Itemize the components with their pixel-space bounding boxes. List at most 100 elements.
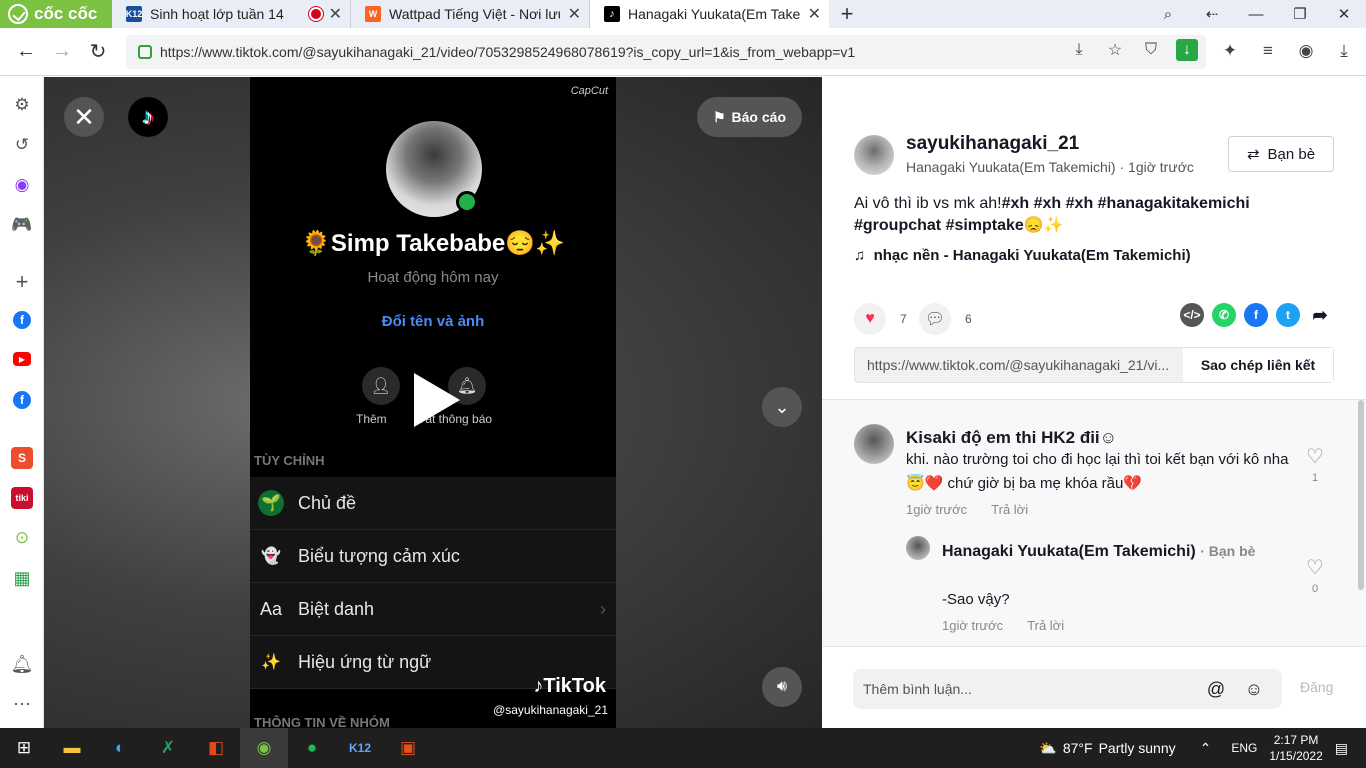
coccoc-taskbar-icon[interactable]: ◉ <box>240 728 288 768</box>
reply-like-icon[interactable]: ♡ <box>1303 555 1327 580</box>
like-stat[interactable]: ♥ 7 <box>854 303 907 335</box>
volume-button[interactable]: 🔊︎ <box>762 667 802 707</box>
office-icon[interactable]: ◧ <box>192 728 240 768</box>
downloads-icon[interactable]: ⤓ <box>1332 39 1356 63</box>
excel-icon[interactable]: ✗ <box>144 728 192 768</box>
embed-icon[interactable]: </> <box>1180 303 1204 327</box>
back-button[interactable]: ← <box>8 34 44 70</box>
facebook-icon[interactable]: f <box>13 311 31 329</box>
spotify-icon[interactable]: ● <box>288 728 336 768</box>
reply-link[interactable]: Trả lời <box>1027 618 1064 633</box>
search-tabs-icon[interactable]: ⌕ <box>1146 0 1190 28</box>
comment-like-icon[interactable]: ♡ <box>1303 444 1327 469</box>
youtube-icon[interactable]: ▶ <box>13 352 31 366</box>
close-tab-icon[interactable]: ✕ <box>329 4 342 24</box>
game-icon[interactable]: 🎮 <box>11 214 33 236</box>
video-frame[interactable]: CapCut 🌻Simp Takebabe😔✨ Hoạt động hôm na… <box>250 77 616 728</box>
comment-stat[interactable]: 💬︎ 6 <box>919 303 972 335</box>
add-sidebar-icon[interactable]: + <box>11 269 33 294</box>
reply-link[interactable]: Trả lời <box>991 502 1028 517</box>
comment-input[interactable]: Thêm bình luận... @ ☺ <box>853 669 1282 709</box>
notification-bell-icon[interactable]: 🔔︎ <box>11 653 34 675</box>
history-icon[interactable]: ↺ <box>11 134 33 156</box>
post-comment-button[interactable]: Đăng <box>1300 679 1333 695</box>
coccoc-map-icon[interactable]: ⊙ <box>11 527 33 549</box>
weather-icon: ⛅ <box>1039 739 1057 756</box>
spreadsheet-icon[interactable]: ▦ <box>11 567 33 589</box>
settings-icon[interactable]: ⚙ <box>11 94 33 116</box>
windows-start-icon[interactable]: ⊞ <box>0 728 48 768</box>
reply-avatar[interactable] <box>906 536 930 560</box>
close-video-button[interactable]: ✕ <box>64 97 104 137</box>
tab-wattpad[interactable]: W Wattpad Tiếng Việt - Nơi lưu ✕ <box>351 0 590 28</box>
author-avatar[interactable] <box>854 135 894 175</box>
install-icon[interactable]: ⤓ <box>1068 39 1090 61</box>
video-link[interactable]: https://www.tiktok.com/@sayukihanagaki_2… <box>855 357 1183 373</box>
heart-icon[interactable]: ♥ <box>854 303 886 335</box>
copy-link-button[interactable]: Sao chép liên kết <box>1183 348 1333 382</box>
add-member-icon: 👤︎ <box>362 367 400 405</box>
play-icon[interactable] <box>414 373 460 427</box>
close-tab-icon[interactable]: ✕ <box>808 4 821 24</box>
file-explorer-icon[interactable]: ▬ <box>48 728 96 768</box>
shield-icon[interactable]: ⛉ <box>1140 39 1162 61</box>
whatsapp-icon[interactable]: ✆ <box>1212 303 1236 327</box>
nickname-icon: Aa <box>259 598 283 619</box>
reload-button[interactable]: ↻ <box>80 34 116 70</box>
new-tab-button[interactable]: + <box>829 0 865 28</box>
twitter-icon[interactable]: t <box>1276 303 1300 327</box>
friends-button[interactable]: ⇄ Bạn bè <box>1228 136 1334 172</box>
address-bar-actions: ⤓ ☆ ⛉ ↓ <box>1068 39 1198 61</box>
mention-icon[interactable]: @ <box>1205 678 1227 700</box>
next-video-button[interactable]: ⌄ <box>762 387 802 427</box>
report-button[interactable]: ⚑ Báo cáo <box>696 97 802 137</box>
facebook-icon[interactable]: f <box>13 391 31 409</box>
more-icon[interactable]: ⋯ <box>11 693 33 715</box>
video-player[interactable]: CapCut 🌻Simp Takebabe😔✨ Hoạt động hôm na… <box>44 77 822 728</box>
forward-button[interactable]: → <box>44 34 80 70</box>
address-bar[interactable]: https://www.tiktok.com/@sayukihanagaki_2… <box>126 35 1206 69</box>
powerpoint-icon[interactable]: ▣ <box>384 728 432 768</box>
reading-list-icon[interactable]: ≡ <box>1256 39 1280 63</box>
reply-author-name[interactable]: Hanagaki Yuukata(Em Takemichi) <box>942 543 1196 560</box>
messenger-icon[interactable]: ◉ <box>11 174 33 196</box>
share-buttons: </> ✆ f t ➦ <box>1180 303 1332 327</box>
activity-status: Hoạt động hôm nay <box>367 269 499 286</box>
coccoc-menu-button[interactable]: cốc cốc <box>0 0 112 28</box>
commenter-avatar[interactable] <box>854 424 894 464</box>
facebook-share-icon[interactable]: f <box>1244 303 1268 327</box>
maximize-button[interactable]: ❐ <box>1278 0 1322 28</box>
bookmark-star-icon[interactable]: ☆ <box>1104 39 1126 61</box>
music-link[interactable]: ♫ nhạc nền - Hanagaki Yuukata(Em Takemic… <box>854 247 1191 264</box>
tab-tiktok[interactable]: ♪ Hanagaki Yuukata(Em Takem ✕ <box>590 0 829 28</box>
browser-tools: ✦ ≡ ◉ ⤓ <box>1218 39 1356 63</box>
comment-scrollbar[interactable] <box>1358 400 1364 590</box>
share-arrow-icon[interactable]: ➦ <box>1308 303 1332 327</box>
tiki-icon[interactable]: tiki <box>11 487 33 509</box>
weather-widget[interactable]: ⛅ 87°F Partly sunny <box>1039 740 1175 757</box>
action-center-icon[interactable]: ▤ <box>1335 740 1348 757</box>
flag-icon: ⚑ <box>712 108 726 125</box>
extensions-icon[interactable]: ✦ <box>1218 39 1242 63</box>
comment-icon[interactable]: 💬︎ <box>919 303 951 335</box>
profile-icon[interactable]: ◉ <box>1294 39 1318 63</box>
chevron-right-icon: › <box>600 598 606 619</box>
edge-icon[interactable]: ◐ <box>96 728 144 768</box>
shopee-icon[interactable]: S <box>11 447 33 469</box>
close-tab-icon[interactable]: ✕ <box>568 4 581 24</box>
author-username[interactable]: sayukihanagaki_21 <box>906 133 1079 155</box>
language-indicator[interactable]: ENG <box>1231 741 1257 755</box>
tiktok-logo-icon[interactable]: ♪ <box>128 97 168 137</box>
k12-taskbar-icon[interactable]: K12 <box>336 728 384 768</box>
tab-sinh-hoat[interactable]: K12 Sinh hoạt lớp tuần 14 ✕ <box>112 0 351 28</box>
emoji-icon[interactable]: ☺ <box>1243 678 1265 700</box>
commenter-name[interactable]: Kisaki độ em thi HK2 đii☺ <box>906 428 1117 448</box>
close-window-button[interactable]: ✕ <box>1322 0 1366 28</box>
download-icon[interactable]: ↓ <box>1176 39 1198 61</box>
reply-text: -Sao vậy? <box>942 591 1010 608</box>
minimize-button[interactable]: — <box>1234 0 1278 28</box>
reply-author[interactable]: Hanagaki Yuukata(Em Takemichi) · Bạn bè <box>942 538 1282 565</box>
undo-icon[interactable]: ⇠ <box>1190 0 1234 28</box>
clock[interactable]: 2:17 PM 1/15/2022 <box>1269 732 1322 764</box>
chevron-up-icon[interactable]: ⌃ <box>1200 740 1212 757</box>
